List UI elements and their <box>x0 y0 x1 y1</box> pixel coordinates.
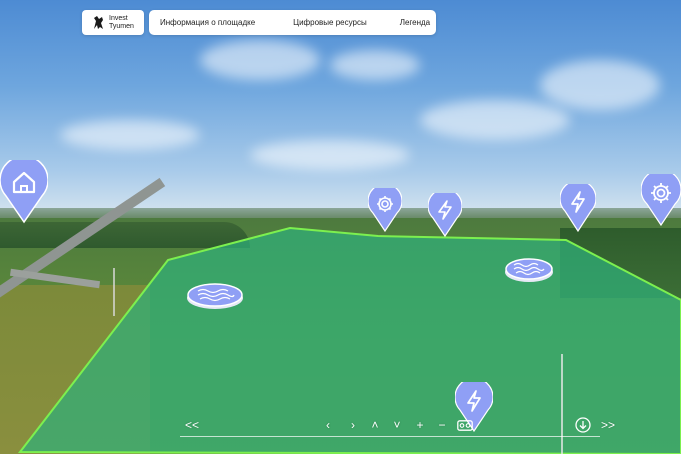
water-hotspot[interactable] <box>186 282 244 315</box>
zoom-out-button[interactable]: − <box>435 416 449 434</box>
home-hotspot[interactable] <box>0 160 48 224</box>
vr-mode-button[interactable] <box>456 416 474 434</box>
rotate-down-button[interactable]: ˅ <box>391 416 403 434</box>
rotate-left-button[interactable]: ‹ <box>322 416 334 434</box>
settings-hotspot[interactable] <box>368 188 402 232</box>
zoom-in-button[interactable]: + <box>413 416 427 434</box>
arrow-down-circle-icon <box>575 417 591 433</box>
menu-legend[interactable]: Легенда <box>400 18 430 27</box>
electricity-hotspot-right[interactable] <box>560 184 596 232</box>
top-menu: Информация о площадке Цифровые ресурсы Л… <box>149 10 436 35</box>
logo-text: Invest Tyumen <box>109 15 134 31</box>
settings-hotspot-right[interactable] <box>641 174 681 226</box>
menu-digital-resources[interactable]: Цифровые ресурсы <box>293 18 367 27</box>
logo-line-2: Tyumen <box>109 22 134 30</box>
next-scene-button[interactable]: >> <box>598 416 618 434</box>
invest-tyumen-logo-icon <box>94 16 103 29</box>
navigation-controls: << ‹ › ˄ ˅ + − >> <box>180 416 620 437</box>
electricity-hotspot[interactable] <box>428 193 462 237</box>
controls-divider <box>180 436 600 437</box>
logo-line-1: Invest <box>109 14 128 22</box>
logo[interactable]: Invest Tyumen <box>82 10 144 35</box>
scroll-down-button[interactable] <box>574 416 592 434</box>
prev-scene-button[interactable]: << <box>182 416 202 434</box>
water-hotspot-right[interactable] <box>504 257 554 288</box>
rotate-up-button[interactable]: ˄ <box>369 416 381 434</box>
vr-goggles-icon <box>457 419 473 431</box>
menu-site-info[interactable]: Информация о площадке <box>160 18 255 27</box>
rotate-right-button[interactable]: › <box>347 416 359 434</box>
panorama-viewer[interactable] <box>0 0 681 454</box>
